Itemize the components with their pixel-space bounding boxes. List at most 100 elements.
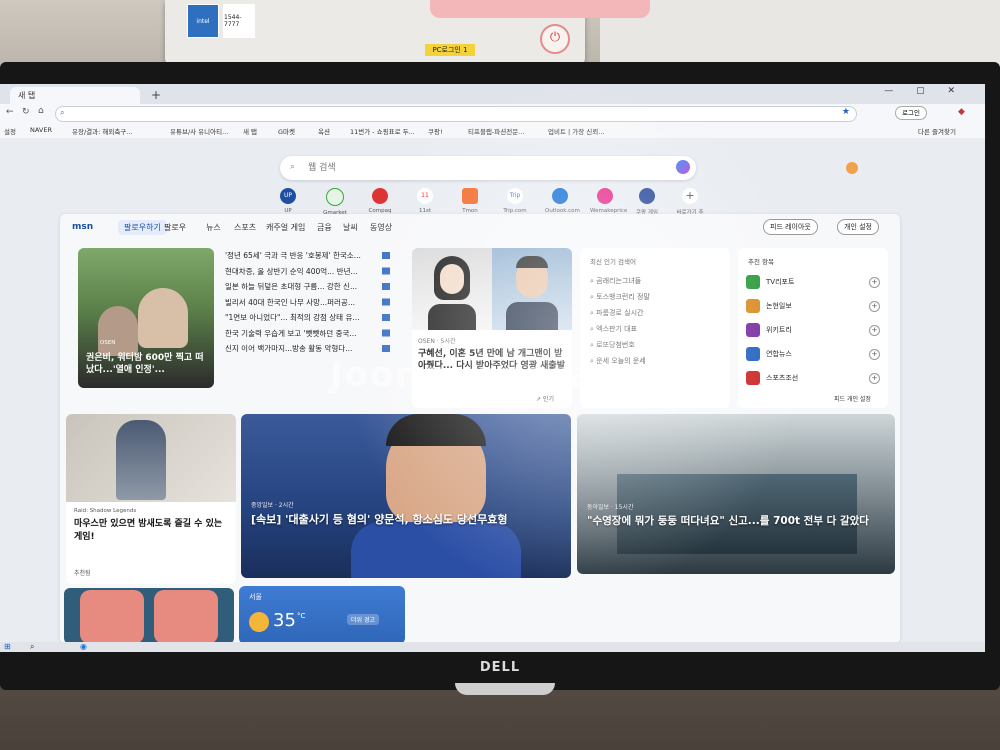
nav-following[interactable]: 팔로우 (164, 222, 186, 233)
feed-personalize-link[interactable]: 피드 개인 설정 (834, 394, 871, 403)
recommended-item-label: 논현일보 (766, 302, 792, 310)
center-story-source: OSEN · 5시간 (418, 338, 456, 345)
copilot-icon[interactable] (676, 160, 690, 174)
follow-plus-icon[interactable]: + (869, 300, 880, 312)
bookmark-item[interactable]: 새 탭 (243, 126, 257, 136)
bookmark-item[interactable]: G마켓 (278, 126, 295, 136)
favorite-star-icon[interactable]: ★ (842, 107, 850, 117)
headline-item[interactable]: 빌리서 40대 한국인 나무 사망...퍼러공... (225, 297, 395, 313)
quick-link[interactable]: Outlook.com (545, 188, 580, 214)
quick-link[interactable]: Wemakeprice (590, 188, 627, 214)
game-ad-source: Raid: Shadow Legends (74, 508, 137, 514)
actress-photo (412, 248, 492, 330)
nav-finance[interactable]: 금융 (317, 222, 332, 233)
bookmark-item[interactable]: 유장/결과: 해외축구... (72, 126, 133, 136)
edge-icon[interactable]: ◉ (80, 642, 87, 651)
recommended-item[interactable]: 위키트리 + (746, 318, 880, 342)
msn-logo[interactable]: msn (72, 222, 93, 232)
lead-story-source: OSEN (100, 340, 116, 346)
fashion-card[interactable] (64, 588, 234, 644)
quick-link[interactable]: 쿠팡 게임 (632, 188, 662, 216)
bookmark-item[interactable]: NAVER (30, 126, 52, 134)
quick-link[interactable]: UP UP (273, 188, 303, 214)
address-input[interactable]: ⌕ ★ (55, 106, 857, 122)
quick-link[interactable]: Gmarket (320, 188, 350, 216)
source-logos (382, 252, 390, 360)
refresh-icon[interactable]: ↻ (22, 107, 30, 117)
follow-plus-icon[interactable]: + (869, 324, 880, 336)
heat-alert-badge[interactable]: 더위 경고 (347, 614, 379, 625)
quick-link[interactable]: Compaq (365, 188, 395, 214)
bookmark-item[interactable]: 티프블랩-파션전문... (468, 126, 524, 136)
copilot-icon[interactable]: ◆ (958, 107, 965, 117)
trending-item[interactable]: ⌕ 곰래리는그녀들 (590, 276, 725, 292)
11st-icon: 11 (417, 188, 433, 204)
headline-item[interactable]: 신지 이어 백가마지...방송 활동 악형다... (225, 343, 395, 359)
quick-link[interactable]: 11 11st (410, 188, 440, 214)
game-ad-card[interactable]: Raid: Shadow Legends 마우스만 있으면 밤새도록 즐길 수 … (66, 414, 236, 584)
feed-layout-button[interactable]: 피드 레이아웃 (763, 219, 818, 235)
trending-item[interactable]: ⌕ 엑스판기 대표 (590, 324, 725, 340)
search-icon[interactable]: ⌕ (30, 642, 34, 652)
recommended-item[interactable]: 연합뉴스 + (746, 342, 880, 366)
weather-temperature: 35 (273, 610, 296, 631)
recommended-item[interactable]: 논현일보 + (746, 294, 880, 318)
bookmark-item[interactable]: 유튜브/사 유니아티... (170, 126, 228, 136)
start-icon[interactable]: ⊞ (4, 642, 11, 651)
nav-weather[interactable]: 날씨 (343, 222, 358, 233)
center-story-card[interactable]: OSEN · 5시간 구혜선, 이혼 5년 만에 남 개그맨이 받아줬다... … (412, 248, 572, 408)
headline-item[interactable]: 현대차증, 올 상반기 순익 400억... 반년... (225, 266, 395, 282)
quick-link[interactable]: Tmon (455, 188, 485, 214)
quick-link[interactable]: Trip Trip.com (500, 188, 530, 214)
home-icon[interactable]: ⌂ (38, 106, 44, 116)
lead-story-card[interactable]: OSEN 권은비, 워터밤 600만 찍고 떠났다...'열애 인정'... (78, 248, 214, 388)
headline-item[interactable]: "1면보 아니었다"... 최적의 강점 상태 유... (225, 312, 395, 328)
bookmark-item[interactable]: 쿠팡! (428, 126, 443, 136)
web-search-input[interactable]: 웹 검색 (280, 156, 696, 180)
recommended-item-label: 위키트리 (766, 326, 792, 334)
personalize-button[interactable]: 개인 설정 (837, 219, 879, 235)
bookmark-item[interactable]: 11번가 - 쇼핑표로 두... (350, 126, 415, 136)
back-icon[interactable]: ← (6, 107, 14, 117)
bookmark-item[interactable]: 업비트 | 가장 신뢰... (548, 126, 604, 136)
bookmark-item[interactable]: 설정 (4, 126, 16, 136)
center-story-trend: ↗ 인기 (536, 396, 554, 403)
nav-casual-games[interactable]: 캐주얼 게임 (266, 222, 305, 233)
recommended-item-label: 연합뉴스 (766, 350, 792, 358)
nav-follow[interactable]: 팔로우하기 (118, 220, 167, 235)
msn-feed: msn 팔로우하기 팔로우 뉴스 스포츠 캐주얼 게임 금융 날씨 동영상 피드… (60, 214, 900, 644)
new-tab-button[interactable]: + (148, 87, 164, 103)
nav-news[interactable]: 뉴스 (206, 222, 221, 233)
breaking-news-card[interactable]: 중앙일보 · 2시간 [속보] '대출사기 등 혐의' 양문석, 항소심도 당선… (241, 414, 571, 578)
profile-button[interactable]: 로그인 (895, 106, 927, 120)
nav-sports[interactable]: 스포츠 (234, 222, 256, 233)
headline-item[interactable]: 한국 기술력 우습게 보고 '뻿뻿하던 중국... (225, 328, 395, 344)
weather-sun-icon (846, 162, 858, 174)
trending-item[interactable]: ⌕ 로또당첨번호 (590, 340, 725, 356)
headline-item[interactable]: '정년 65세' 극과 극 반응 '호봉제' 한국소... (225, 250, 395, 266)
window-controls[interactable]: — ▢ ✕ (884, 86, 965, 96)
trending-item[interactable]: ⌕ 운세 오늘의 운세 (590, 356, 725, 372)
address-bar-row: ← ↻ ⌂ ⌕ ★ 로그인 ◆ (0, 104, 985, 122)
outlook-icon (552, 188, 568, 204)
headline-list: '정년 65세' 극과 극 반응 '호봉제' 한국소... 현대차증, 올 상반… (225, 250, 395, 359)
weather-card[interactable]: 서울 35 °C 더위 경고 (239, 586, 405, 644)
pool-news-card[interactable]: 동아일보 · 15시간 "수영장에 뭐가 둥둥 떠다녀요" 신고...를 700… (577, 414, 895, 574)
game-ad-title: 마우스만 있으면 밤새도록 즐길 수 있는 게임! (74, 519, 223, 542)
trending-item[interactable]: ⌕ 파룸경로 실시간 (590, 308, 725, 324)
other-bookmarks[interactable]: 다른 즐겨찾기 (918, 126, 956, 136)
bookmark-item[interactable]: 옥션 (318, 126, 330, 136)
headline-item[interactable]: 일본 하늘 뒤덮은 초대형 구름... 강한 신... (225, 281, 395, 297)
follow-plus-icon[interactable]: + (869, 276, 880, 288)
power-button[interactable]: ⏻ (540, 24, 570, 54)
intel-sticker: intel (187, 4, 219, 38)
support-sticker: 1544-7777 (223, 4, 255, 38)
nav-video[interactable]: 동영상 (370, 222, 392, 233)
recommended-item[interactable]: 스포츠조선 + (746, 366, 880, 390)
recommended-item-label: 스포츠조선 (766, 374, 799, 382)
follow-plus-icon[interactable]: + (869, 348, 880, 360)
trending-item[interactable]: ⌕ 토스뱅크런리 정말 (590, 292, 725, 308)
tab-new[interactable]: 새 탭 (10, 87, 140, 104)
recommended-item[interactable]: TV리포트 + (746, 270, 880, 294)
follow-plus-icon[interactable]: + (869, 372, 880, 384)
